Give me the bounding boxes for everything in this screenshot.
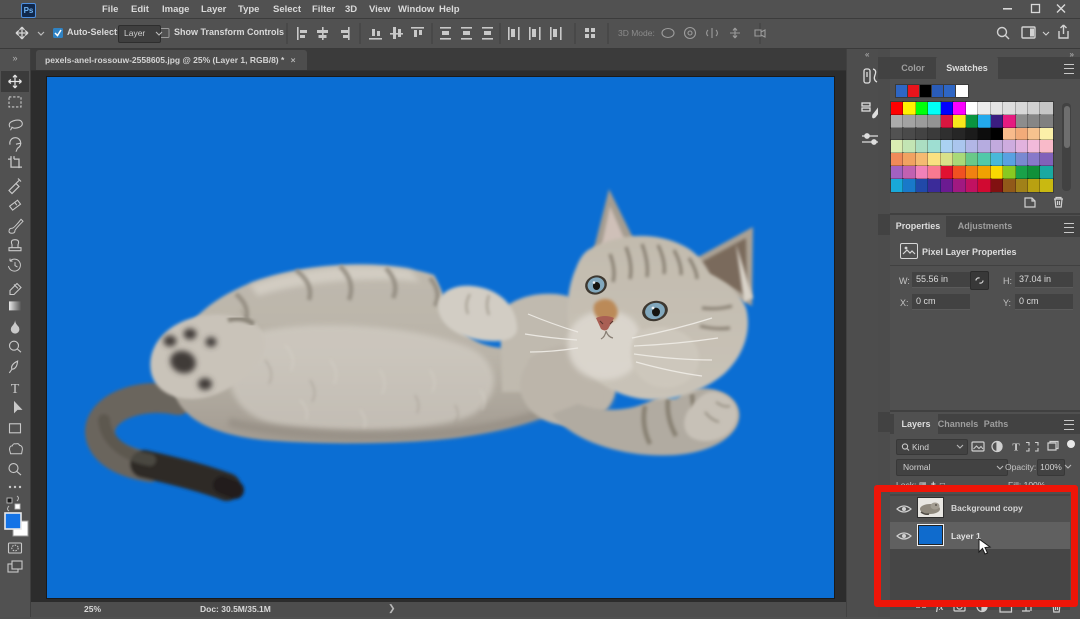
svg-text:3D Mode:: 3D Mode: bbox=[618, 28, 655, 38]
svg-text:»: » bbox=[12, 53, 17, 63]
svg-text:T: T bbox=[11, 382, 20, 397]
svg-text:T: T bbox=[1012, 442, 1020, 454]
